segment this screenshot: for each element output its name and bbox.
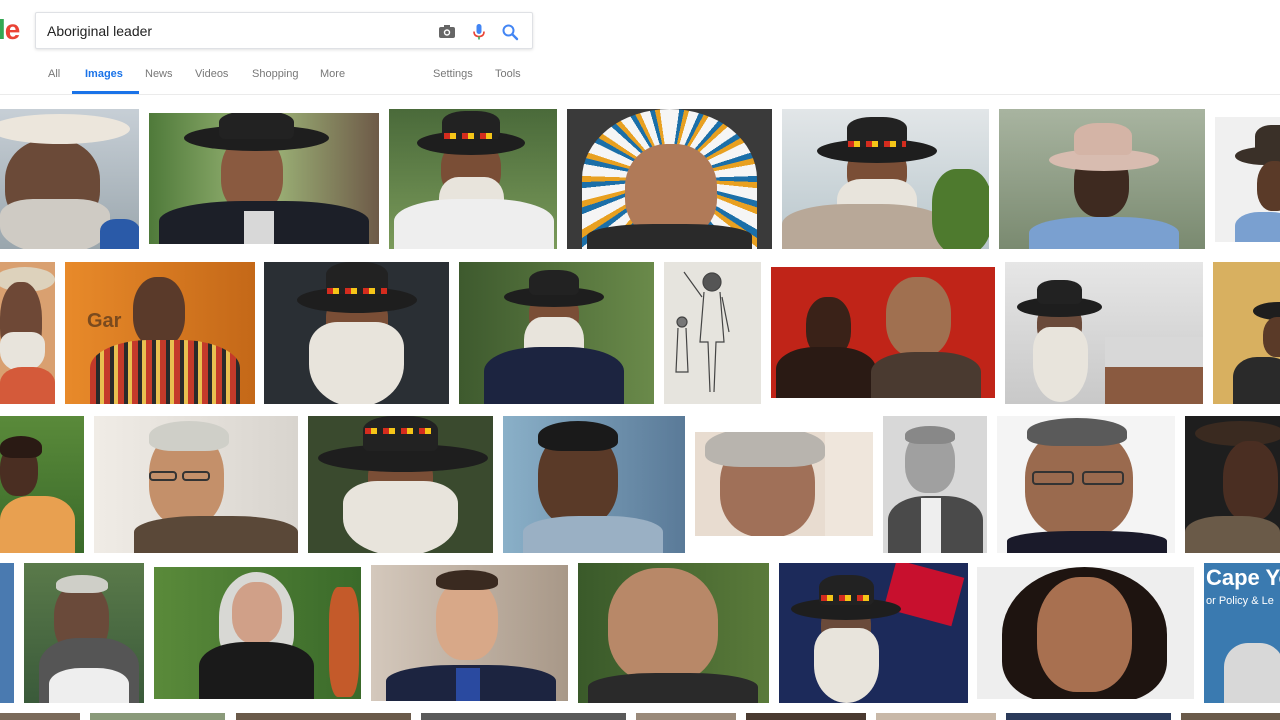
tab-settings[interactable]: Settings [433, 68, 473, 80]
image-result[interactable] [236, 713, 411, 720]
image-result[interactable] [876, 713, 996, 720]
image-result[interactable] [1181, 713, 1280, 720]
image-result[interactable] [1213, 262, 1280, 404]
image-result[interactable] [389, 109, 557, 249]
image-result[interactable] [0, 713, 80, 720]
image-results-grid: Gar Cape Y or Policy & Le [0, 95, 1280, 720]
microphone-icon[interactable] [469, 22, 489, 42]
tab-all[interactable]: All [48, 68, 60, 80]
image-result[interactable]: Gar [65, 262, 255, 404]
image-result[interactable] [636, 713, 736, 720]
image-result[interactable] [567, 109, 772, 249]
tab-images[interactable]: Images [85, 68, 123, 80]
image-result[interactable] [746, 713, 866, 720]
image-result[interactable] [459, 262, 654, 404]
header: le All Images News Videos Shopping More … [0, 0, 1280, 95]
image-result[interactable] [999, 109, 1205, 249]
active-tab-indicator [72, 91, 139, 94]
image-result[interactable] [0, 262, 55, 404]
tab-bar: All Images News Videos Shopping More Set… [0, 60, 1280, 95]
tab-tools[interactable]: Tools [495, 68, 521, 80]
image-result[interactable] [0, 416, 84, 553]
image-result[interactable] [695, 432, 873, 536]
image-result[interactable] [24, 563, 144, 703]
image-result[interactable] [578, 563, 769, 703]
image-result[interactable] [421, 713, 626, 720]
image-result[interactable] [371, 565, 568, 701]
tab-videos[interactable]: Videos [195, 68, 228, 80]
image-result[interactable] [1005, 262, 1203, 404]
sign-text: Gar [87, 310, 122, 332]
image-result[interactable] [154, 567, 361, 699]
image-result[interactable] [0, 563, 14, 703]
sign-subtext: or Policy & Le [1206, 595, 1274, 607]
camera-icon[interactable] [437, 22, 457, 42]
image-result[interactable] [977, 567, 1194, 699]
image-result[interactable] [1185, 416, 1280, 553]
image-result[interactable]: Cape Yo or Policy & Le [1204, 563, 1280, 703]
google-logo[interactable]: le [0, 14, 20, 46]
sign-text: Cape Yo [1206, 565, 1280, 590]
image-result[interactable] [308, 416, 493, 553]
search-icon[interactable] [500, 22, 520, 42]
search-input[interactable] [47, 21, 427, 41]
image-result[interactable] [264, 262, 449, 404]
image-result[interactable] [782, 109, 989, 249]
tab-shopping[interactable]: Shopping [252, 68, 299, 80]
tab-more[interactable]: More [320, 68, 345, 80]
image-result[interactable] [664, 262, 761, 404]
image-result[interactable] [0, 109, 139, 249]
image-result[interactable] [94, 416, 298, 553]
image-result[interactable] [1006, 713, 1171, 720]
search-box [35, 12, 533, 49]
tab-news[interactable]: News [145, 68, 173, 80]
image-result[interactable] [997, 416, 1175, 553]
image-result[interactable] [883, 416, 987, 553]
image-result[interactable] [503, 416, 685, 553]
image-result[interactable] [149, 113, 379, 244]
image-result[interactable] [771, 267, 995, 398]
image-result[interactable] [779, 563, 968, 703]
image-result[interactable] [1215, 117, 1280, 242]
image-result[interactable] [90, 713, 225, 720]
